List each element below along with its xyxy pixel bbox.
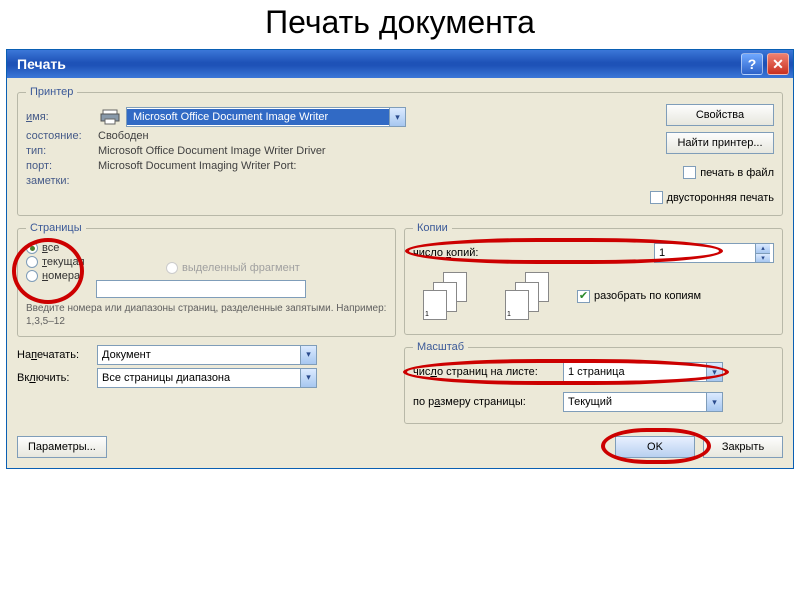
printer-select[interactable]: Microsoft Office Document Image Writer ▾ <box>126 107 406 127</box>
checkbox-icon <box>683 166 696 179</box>
radio-current[interactable]: текущая <box>26 256 166 268</box>
print-what-label: Напечатать: <box>17 349 97 361</box>
help-button[interactable]: ? <box>741 53 763 75</box>
radio-all[interactable]: все <box>26 242 166 254</box>
print-to-file-checkbox[interactable]: печать в файл <box>683 166 774 179</box>
properties-button[interactable]: Свойства <box>666 104 774 126</box>
printer-icon <box>98 108 122 126</box>
titlebar-title: Печать <box>17 56 741 72</box>
printer-port-label: порт: <box>26 160 98 172</box>
include-select[interactable]: Все страницы диапазона ▾ <box>97 368 317 388</box>
fit-label: по размеру страницы: <box>413 396 563 408</box>
scale-group: Масштаб число страниц на листе: 1 страни… <box>404 341 783 424</box>
page-heading: Печать документа <box>0 0 800 49</box>
printer-state-value: Свободен <box>98 130 149 142</box>
print-dialog: Печать ? ✕ Принтер имя: Microsoft Office… <box>6 49 794 469</box>
printer-type-label: тип: <box>26 145 98 157</box>
printer-group: Принтер имя: Microsoft Office Document I… <box>17 86 783 216</box>
fit-to-page-select[interactable]: Текущий ▾ <box>563 392 723 412</box>
ok-button[interactable]: OK <box>615 436 695 458</box>
printer-name-label: имя: <box>26 111 98 123</box>
find-printer-button[interactable]: Найти принтер... <box>666 132 774 154</box>
chevron-down-icon: ▾ <box>300 369 316 387</box>
pages-help-text: Введите номера или диапазоны страниц, ра… <box>26 302 387 328</box>
pages-per-sheet-select[interactable]: 1 страница ▾ <box>563 362 723 382</box>
printer-select-value: Microsoft Office Document Image Writer <box>127 109 389 125</box>
close-button[interactable]: Закрыть <box>703 436 783 458</box>
pages-group: Страницы все текущая номера: выделенный … <box>17 222 396 337</box>
chevron-down-icon: ▾ <box>300 346 316 364</box>
duplex-checkbox[interactable]: двусторонняя печать <box>650 191 774 204</box>
page-numbers-input[interactable] <box>96 280 306 298</box>
close-window-button[interactable]: ✕ <box>767 53 789 75</box>
parameters-button[interactable]: Параметры... <box>17 436 107 458</box>
printer-port-value: Microsoft Document Imaging Writer Port: <box>98 160 296 172</box>
checkbox-icon <box>650 191 663 204</box>
scale-legend: Масштаб <box>413 341 468 353</box>
radio-selection: выделенный фрагмент <box>166 262 387 274</box>
print-what-select[interactable]: Документ ▾ <box>97 345 317 365</box>
spin-up-icon[interactable]: ▴ <box>755 244 770 254</box>
copies-group: Копии число копий: ▴▾ 321 321 <box>404 222 783 335</box>
copies-spinner[interactable]: ▴▾ <box>654 243 774 263</box>
chevron-down-icon: ▾ <box>389 108 405 126</box>
spin-down-icon[interactable]: ▾ <box>755 254 770 263</box>
pages-legend: Страницы <box>26 222 86 234</box>
include-label: Включить: <box>17 372 97 384</box>
check-icon: ✔ <box>579 291 588 302</box>
copies-count-label: число копий: <box>413 247 503 259</box>
printer-legend: Принтер <box>26 86 77 98</box>
printer-type-value: Microsoft Office Document Image Writer D… <box>98 145 326 157</box>
collate-checkbox[interactable]: ✔разобрать по копиям <box>577 290 701 303</box>
printer-notes-label: заметки: <box>26 175 98 187</box>
chevron-down-icon: ▾ <box>706 363 722 381</box>
copies-input[interactable] <box>655 244 755 262</box>
pps-label: число страниц на листе: <box>413 366 563 378</box>
titlebar: Печать ? ✕ <box>7 50 793 78</box>
collate-preview: 321 321 <box>423 272 557 320</box>
copies-legend: Копии <box>413 222 452 234</box>
printer-state-label: состояние: <box>26 130 98 142</box>
chevron-down-icon: ▾ <box>706 393 722 411</box>
